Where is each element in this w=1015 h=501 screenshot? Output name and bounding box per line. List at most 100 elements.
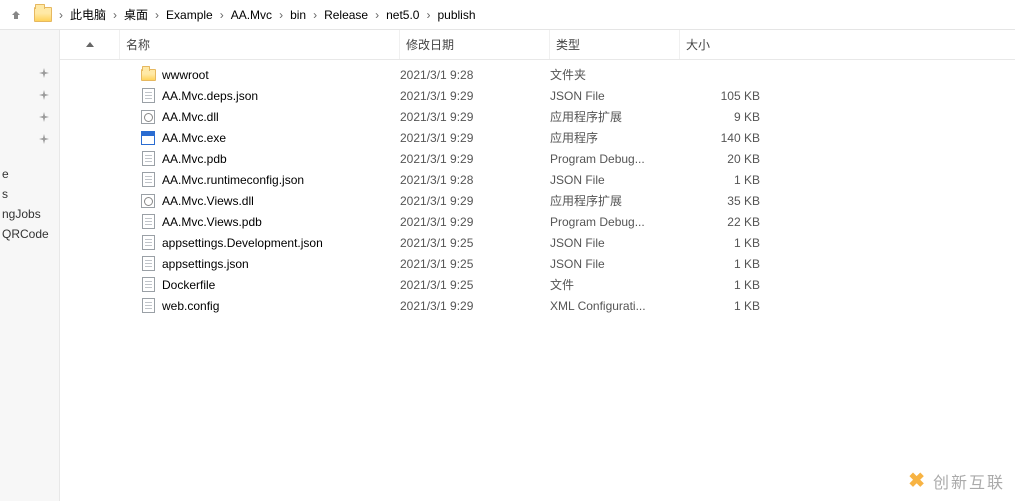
file-name-cell: web.config (120, 298, 400, 314)
file-size: 1 KB (680, 257, 760, 271)
file-date: 2021/3/1 9:28 (400, 68, 550, 82)
pin-icon[interactable] (0, 62, 59, 84)
file-date: 2021/3/1 9:29 (400, 131, 550, 145)
chevron-right-icon: › (372, 8, 382, 22)
file-name: AA.Mvc.exe (162, 131, 226, 145)
column-size-label: 大小 (686, 36, 710, 53)
file-row[interactable]: AA.Mvc.deps.json2021/3/1 9:29JSON File10… (60, 85, 1015, 106)
file-row[interactable]: wwwroot 2021/3/1 9:28文件夹 (60, 64, 1015, 85)
column-size[interactable]: 大小 (680, 30, 760, 59)
file-name-cell: AA.Mvc.exe (120, 130, 400, 146)
file-row[interactable]: AA.Mvc.pdb2021/3/1 9:29Program Debug...2… (60, 148, 1015, 169)
file-type: JSON File (550, 257, 680, 271)
breadcrumb-segment[interactable]: 此电脑 (66, 6, 110, 23)
file-row[interactable]: appsettings.Development.json 2021/3/1 9:2… (60, 232, 1015, 253)
pin-icon[interactable] (0, 84, 59, 106)
watermark-logo-icon: ✖ (908, 468, 927, 493)
file-name: web.config (162, 299, 219, 313)
file-size: 20 KB (680, 152, 760, 166)
file-date: 2021/3/1 9:29 (400, 110, 550, 124)
file-name-cell: AA.Mvc.runtimeconfig.json (120, 172, 400, 188)
file-date: 2021/3/1 9:29 (400, 89, 550, 103)
file-icon (140, 88, 156, 104)
file-row[interactable]: web.config2021/3/1 9:29XML Configurati..… (60, 295, 1015, 316)
file-size: 9 KB (680, 110, 760, 124)
file-size: 105 KB (680, 89, 760, 103)
chevron-right-icon: › (152, 8, 162, 22)
file-size: 1 KB (680, 173, 760, 187)
file-name-cell: AA.Mvc.Views.pdb (120, 214, 400, 230)
file-type: JSON File (550, 236, 680, 250)
file-row[interactable]: AA.Mvc.exe2021/3/1 9:29应用程序140 KB (60, 127, 1015, 148)
file-name-cell: AA.Mvc.dll (120, 109, 400, 125)
watermark-text: 创新互联 (933, 469, 1005, 493)
file-date: 2021/3/1 9:29 (400, 215, 550, 229)
file-name: wwwroot (162, 68, 209, 82)
dll-icon (140, 193, 156, 209)
file-row[interactable]: AA.Mvc.dll 2021/3/1 9:29应用程序扩展9 KB (60, 106, 1015, 127)
column-name[interactable]: 名称 (120, 30, 400, 59)
breadcrumb-segment[interactable]: Example (162, 8, 217, 22)
file-name: AA.Mvc.runtimeconfig.json (162, 173, 304, 187)
breadcrumb-segment[interactable]: 桌面 (120, 6, 152, 23)
file-type: Program Debug... (550, 215, 680, 229)
file-name: appsettings.Development.json (162, 236, 323, 250)
file-date: 2021/3/1 9:29 (400, 299, 550, 313)
chevron-right-icon: › (423, 8, 433, 22)
file-row[interactable]: AA.Mvc.Views.pdb2021/3/1 9:29Program Deb… (60, 211, 1015, 232)
chevron-right-icon: › (217, 8, 227, 22)
file-row[interactable]: AA.Mvc.Views.dll2021/3/1 9:29应用程序扩展35 KB (60, 190, 1015, 211)
file-size: 22 KB (680, 215, 760, 229)
file-size: 35 KB (680, 194, 760, 208)
file-icon (140, 235, 156, 251)
breadcrumb-segment[interactable]: AA.Mvc (227, 8, 276, 22)
file-type: 应用程序扩展 (550, 108, 680, 125)
chevron-right-icon: › (310, 8, 320, 22)
file-name-cell: AA.Mvc.pdb (120, 151, 400, 167)
sidebar-item[interactable]: e (0, 164, 59, 184)
file-row[interactable]: appsettings.json 2021/3/1 9:25JSON File1 … (60, 253, 1015, 274)
breadcrumb-segment[interactable]: net5.0 (382, 8, 423, 22)
file-icon (140, 298, 156, 314)
breadcrumb-segment[interactable]: publish (433, 8, 479, 22)
pin-icon[interactable] (0, 128, 59, 150)
file-explorer-window: › 此电脑›桌面›Example›AA.Mvc›bin›Release›net5… (0, 0, 1015, 501)
file-name-cell: Dockerfile (120, 277, 400, 293)
file-date: 2021/3/1 9:29 (400, 152, 550, 166)
file-type: 应用程序 (550, 129, 680, 146)
file-name: AA.Mvc.deps.json (162, 89, 258, 103)
column-date[interactable]: 修改日期 (400, 30, 550, 59)
sidebar-item[interactable]: s (0, 184, 59, 204)
sidebar-item[interactable]: QRCode (0, 224, 59, 244)
file-type: 应用程序扩展 (550, 192, 680, 209)
file-row[interactable]: AA.Mvc.runtimeconfig.json2021/3/1 9:28JS… (60, 169, 1015, 190)
file-date: 2021/3/1 9:25 (400, 257, 550, 271)
file-row[interactable]: Dockerfile2021/3/1 9:25文件1 KB (60, 274, 1015, 295)
file-name: AA.Mvc.Views.dll (162, 194, 254, 208)
pin-icon[interactable] (0, 106, 59, 128)
nav-up-button[interactable] (4, 3, 28, 27)
address-bar[interactable]: › 此电脑›桌面›Example›AA.Mvc›bin›Release›net5… (0, 0, 1015, 30)
file-name-cell: AA.Mvc.Views.dll (120, 193, 400, 209)
breadcrumb-segment[interactable]: bin (286, 8, 310, 22)
column-headers: 名称 修改日期 类型 大小 (60, 30, 1015, 60)
folder-icon (140, 67, 156, 83)
breadcrumb-segment[interactable]: Release (320, 8, 372, 22)
file-date: 2021/3/1 9:25 (400, 236, 550, 250)
file-name: appsettings.json (162, 257, 249, 271)
file-type: 文件夹 (550, 66, 680, 83)
column-type-label: 类型 (556, 36, 580, 53)
file-type: JSON File (550, 173, 680, 187)
column-name-label: 名称 (126, 36, 150, 53)
file-size: 1 KB (680, 278, 760, 292)
file-list: wwwroot 2021/3/1 9:28文件夹 AA.Mvc.deps.json 2… (60, 60, 1015, 501)
sidebar-item[interactable]: ngJobs (0, 204, 59, 224)
file-name: Dockerfile (162, 278, 215, 292)
file-name: AA.Mvc.dll (162, 110, 219, 124)
file-name-cell: appsettings.Development.json (120, 235, 400, 251)
column-sort-indicator[interactable] (60, 30, 120, 59)
chevron-right-icon: › (56, 8, 66, 22)
column-type[interactable]: 类型 (550, 30, 680, 59)
breadcrumb: 此电脑›桌面›Example›AA.Mvc›bin›Release›net5.0… (66, 6, 480, 23)
column-date-label: 修改日期 (406, 36, 454, 53)
